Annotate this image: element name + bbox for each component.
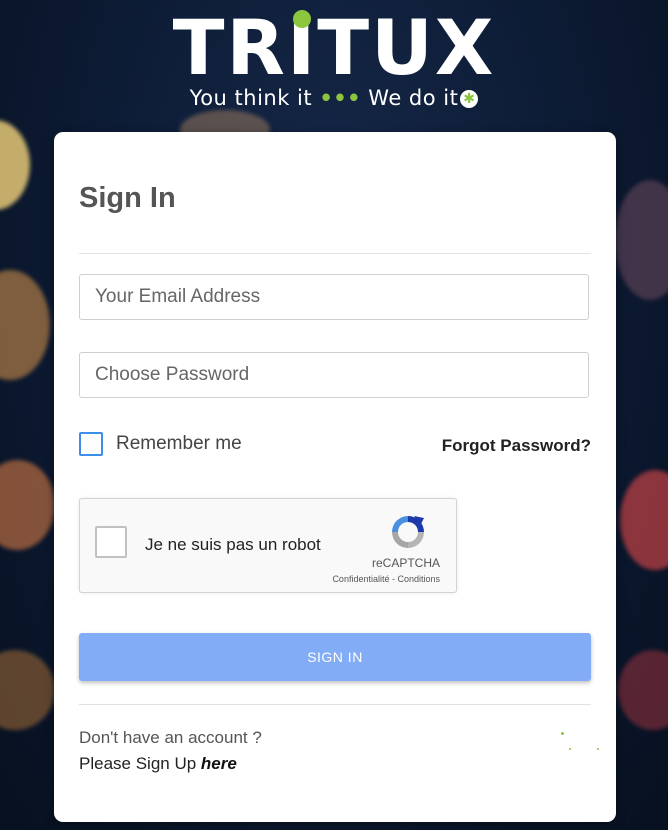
tritux-logo: TRITUX You think it ••• We do it ✱ <box>0 3 668 111</box>
checkbox-icon[interactable] <box>79 432 103 456</box>
recaptcha-privacy-terms-links[interactable]: Confidentialité - Conditions <box>332 574 440 584</box>
recaptcha-logo-icon <box>392 516 424 548</box>
divider <box>79 704 591 705</box>
green-star-icon: ✱ <box>460 90 479 108</box>
sign-in-button[interactable]: SIGN IN <box>79 633 591 681</box>
forgot-password-link[interactable]: Forgot Password? <box>442 436 591 456</box>
recaptcha-widget: Je ne suis pas un robot reCAPTCHA Confid… <box>79 498 457 593</box>
remember-me-checkbox[interactable]: Remember me <box>79 432 242 456</box>
recaptcha-brand: reCAPTCHA <box>371 556 440 570</box>
page-title: Sign In <box>79 182 176 214</box>
email-field[interactable] <box>79 274 589 320</box>
remember-me-label: Remember me <box>116 433 242 454</box>
logo-wordmark: TRITUX <box>172 3 496 92</box>
recaptcha-checkbox[interactable] <box>95 526 127 558</box>
password-field[interactable] <box>79 352 589 398</box>
recaptcha-label: Je ne suis pas un robot <box>145 535 321 554</box>
sign-up-text: Please Sign Up here <box>79 754 237 773</box>
logo-tagline: You think it ••• We do it ✱ <box>0 86 668 110</box>
no-account-text: Don't have an account ? <box>79 728 262 747</box>
tagline-dots: ••• <box>319 86 362 110</box>
sign-in-card: Sign In Remember me Forgot Password? Je … <box>54 132 616 822</box>
logo-letter-i: I <box>286 3 318 92</box>
sign-up-here-link[interactable]: here <box>201 754 237 773</box>
divider <box>79 253 591 254</box>
